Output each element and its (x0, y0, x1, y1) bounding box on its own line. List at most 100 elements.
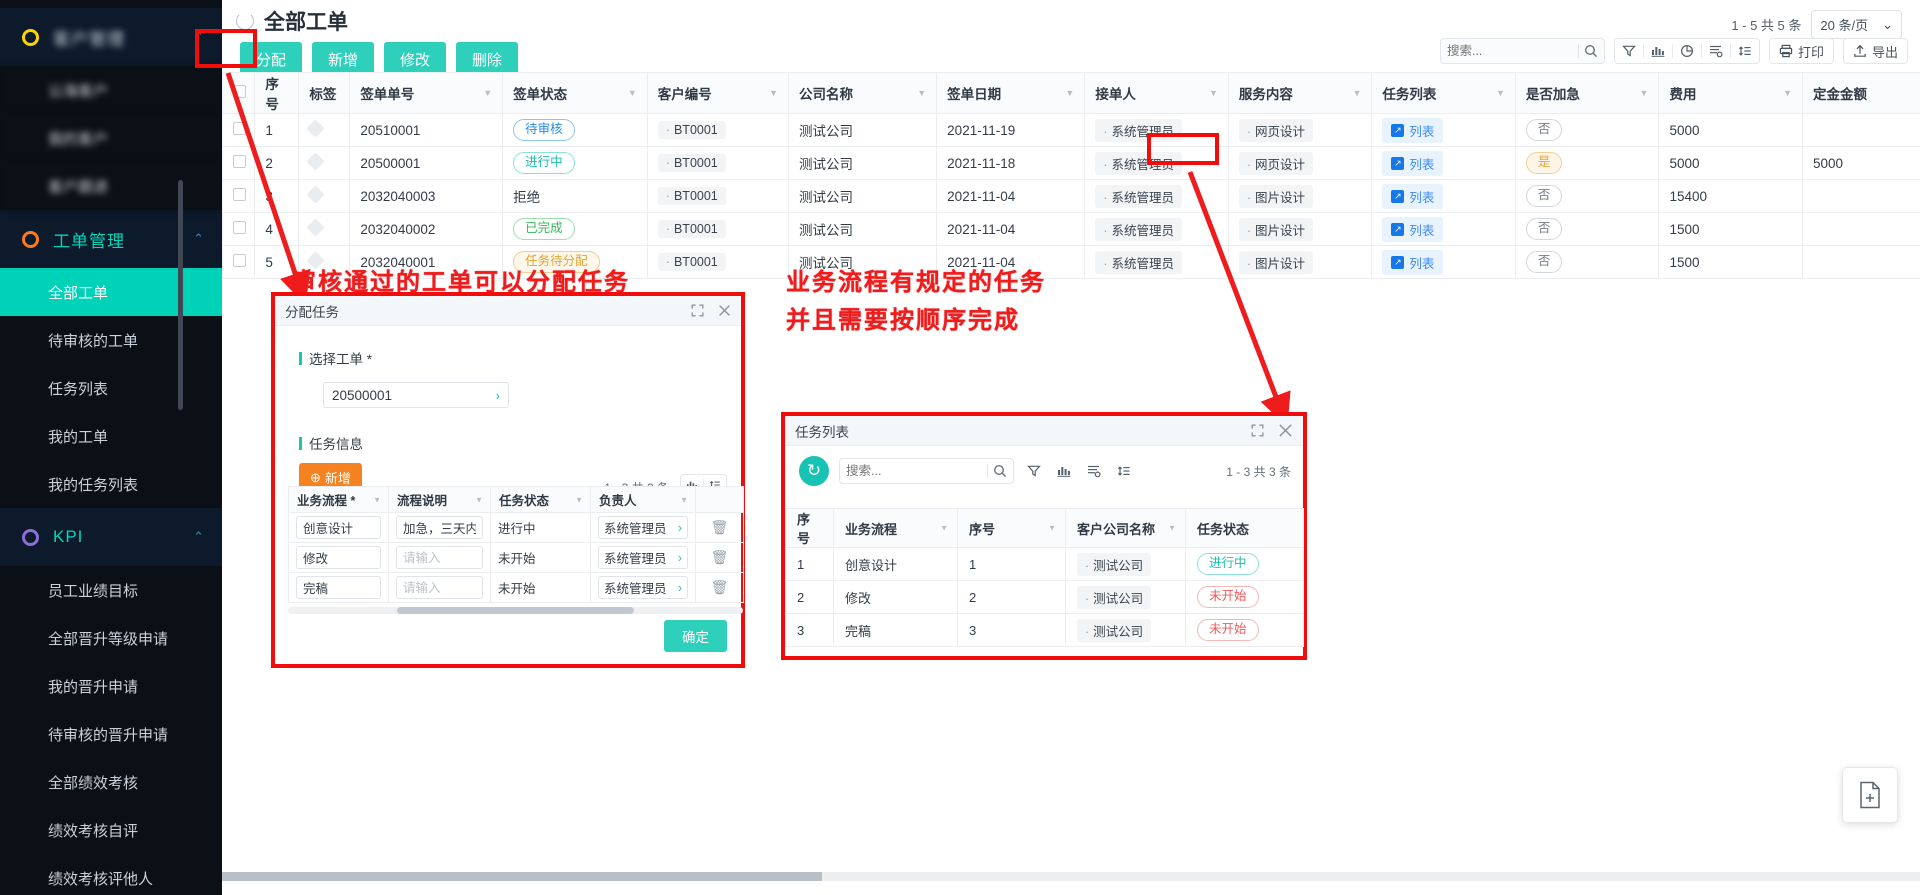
row-checkbox-cell[interactable] (221, 179, 256, 213)
row-checkbox[interactable] (233, 188, 246, 201)
sidebar-item-1-3[interactable]: 我的工单 (0, 412, 222, 460)
sidebar-item-1-4[interactable]: 我的任务列表 (0, 460, 222, 508)
task-list-cell[interactable]: ↗ 列表 (1371, 113, 1516, 147)
col-status[interactable]: 任务状态 (1185, 508, 1304, 548)
sidebar-item-2-3[interactable]: 待审核的晋升申请 (0, 710, 222, 758)
sort-arrow-icon[interactable]: ▼ (373, 495, 381, 504)
owner-cell[interactable]: 系统管理员 › (590, 572, 696, 603)
row-checkbox-cell[interactable] (221, 113, 256, 147)
delete-row-icon[interactable]: 🗑 (711, 549, 729, 565)
column-settings-icon[interactable] (1702, 44, 1730, 58)
task-list-cell[interactable]: ↗ 列表 (1371, 146, 1516, 180)
col-service[interactable]: 服务内容 ▼ (1227, 72, 1373, 114)
row-checkbox[interactable] (233, 122, 246, 135)
tag-icon[interactable] (306, 152, 326, 171)
desc-cell[interactable] (388, 542, 491, 573)
desc-input[interactable] (396, 546, 483, 569)
desc-input[interactable] (396, 516, 483, 539)
task-list-row[interactable]: 1创意设计1 测试公司 进行中 (785, 547, 1304, 581)
sort-arrow-icon[interactable]: ▼ (1640, 88, 1649, 98)
col-owner[interactable]: 负责人 ▼ (590, 486, 696, 513)
col-company[interactable]: 公司名称 ▼ (788, 72, 938, 114)
owner-select[interactable]: 系统管理员 › (598, 576, 688, 599)
tag-icon[interactable] (306, 185, 326, 204)
row-checkbox-cell[interactable] (221, 212, 256, 246)
row-tag-cell[interactable] (298, 179, 351, 213)
sidebar-group-1[interactable]: 工单管理 ⌃ (0, 210, 222, 268)
sort-arrow-icon[interactable]: ▼ (483, 88, 492, 98)
search-icon[interactable] (993, 464, 1007, 478)
table-row[interactable]: 2 20500001 进行中 BT0001 测试公司2021-11-18 系统管理员 网页设… (221, 146, 1920, 180)
task-list-button[interactable]: ↗ 列表 (1382, 150, 1444, 176)
sort-arrow-icon[interactable]: ▼ (1168, 524, 1176, 533)
sort-arrow-icon[interactable]: ▼ (680, 495, 688, 504)
owner-select[interactable]: 系统管理员 › (598, 516, 688, 539)
bar-chart-icon[interactable] (1644, 44, 1672, 58)
chevron-up-icon[interactable]: ⌃ (193, 231, 204, 247)
select-order-input[interactable]: 20500001 › (323, 382, 509, 408)
sort-arrow-icon[interactable]: ▼ (1352, 88, 1361, 98)
col-urgent[interactable]: 是否加急 ▼ (1514, 72, 1660, 114)
sort-arrow-icon[interactable]: ▼ (940, 524, 948, 533)
actions-cell[interactable]: 🗑 (695, 512, 744, 543)
table-row[interactable]: 3 2032040003 拒绝 BT0001 测试公司2021-11-04 系统管理员 图片… (221, 179, 1920, 213)
col-business-flow[interactable]: 业务流程 * ▼ (288, 486, 389, 513)
owner-cell[interactable]: 系统管理员 › (590, 542, 696, 573)
sort-arrow-icon[interactable]: ▼ (1048, 524, 1056, 533)
sidebar-item-2-5[interactable]: 绩效考核自评 (0, 806, 222, 854)
flow-cell[interactable] (288, 572, 389, 603)
chevron-up-icon[interactable]: ⌃ (193, 29, 204, 45)
sort-arrow-icon[interactable]: ▼ (475, 495, 483, 504)
row-checkbox[interactable] (233, 155, 246, 168)
sort-arrow-icon[interactable]: ▼ (1209, 88, 1218, 98)
row-tag-cell[interactable] (298, 113, 351, 147)
print-button[interactable]: 打印 (1768, 38, 1834, 64)
filter-icon[interactable] (1024, 464, 1044, 478)
task-list-cell[interactable]: ↗ 列表 (1371, 212, 1516, 246)
row-height-icon[interactable] (1114, 464, 1134, 478)
tag-icon[interactable] (306, 119, 326, 138)
select-all[interactable] (221, 72, 256, 114)
col-order-no[interactable]: 签单单号 ▼ (349, 72, 504, 114)
row-height-icon[interactable] (1731, 44, 1759, 58)
sidebar-item-2-1[interactable]: 全部晋升等级申请 (0, 614, 222, 662)
page-size-select[interactable]: 20 条/页 ⌄ (1811, 10, 1902, 39)
task-list-search-box[interactable] (839, 458, 1014, 484)
desc-input[interactable] (396, 576, 483, 599)
col-deposit[interactable]: 定金金额▼ (1801, 72, 1920, 114)
task-list-cell[interactable]: ↗ 列表 (1371, 245, 1516, 279)
col-order-date[interactable]: 签单日期 ▼ (936, 72, 1086, 114)
col-fee[interactable]: 费用 ▼ (1658, 72, 1803, 114)
sidebar-item-2-0[interactable]: 员工业绩目标 (0, 566, 222, 614)
task-list-row[interactable]: 2修改2 测试公司 未开始 (785, 580, 1304, 614)
flow-input[interactable] (296, 546, 381, 569)
filter-icon[interactable] (1615, 44, 1643, 58)
col-flow[interactable]: 业务流程 ▼ (833, 508, 958, 548)
col-order-status[interactable]: 签单状态 ▼ (502, 72, 648, 114)
flow-input[interactable] (296, 576, 381, 599)
sidebar-item-2-4[interactable]: 全部绩效考核 (0, 758, 222, 806)
refresh-icon[interactable] (236, 12, 254, 30)
sidebar-item-1-1[interactable]: 待审核的工单 (0, 316, 222, 364)
search-input[interactable] (1446, 44, 1574, 58)
desc-cell[interactable] (388, 512, 491, 543)
actions-cell[interactable]: 🗑 (695, 542, 744, 573)
task-list-row[interactable]: 3完稿3 测试公司 未开始 (785, 613, 1304, 647)
search-box[interactable] (1439, 38, 1605, 64)
row-checkbox[interactable] (233, 221, 246, 234)
sort-arrow-icon[interactable]: ▼ (575, 495, 583, 504)
task-list-cell[interactable]: ↗ 列表 (1371, 179, 1516, 213)
task-list-button[interactable]: ↗ 列表 (1382, 117, 1444, 143)
export-button[interactable]: 导出 (1842, 38, 1908, 64)
expand-icon[interactable] (691, 304, 704, 317)
sidebar-item-2-6[interactable]: 绩效考核评他人 (0, 854, 222, 895)
search-icon[interactable] (1584, 44, 1598, 58)
new-document-fab[interactable] (1842, 767, 1898, 823)
chevron-up-icon[interactable]: ⌃ (193, 529, 204, 545)
sidebar-group-2[interactable]: KPI ⌃ (0, 508, 222, 566)
row-checkbox-cell[interactable] (221, 146, 256, 180)
col-receiver[interactable]: 接单人 ▼ (1084, 72, 1229, 114)
sidebar-item-0-2[interactable]: 客户跟进 (0, 162, 222, 210)
sort-arrow-icon[interactable]: ▼ (769, 88, 778, 98)
col-actions[interactable] (695, 486, 744, 513)
